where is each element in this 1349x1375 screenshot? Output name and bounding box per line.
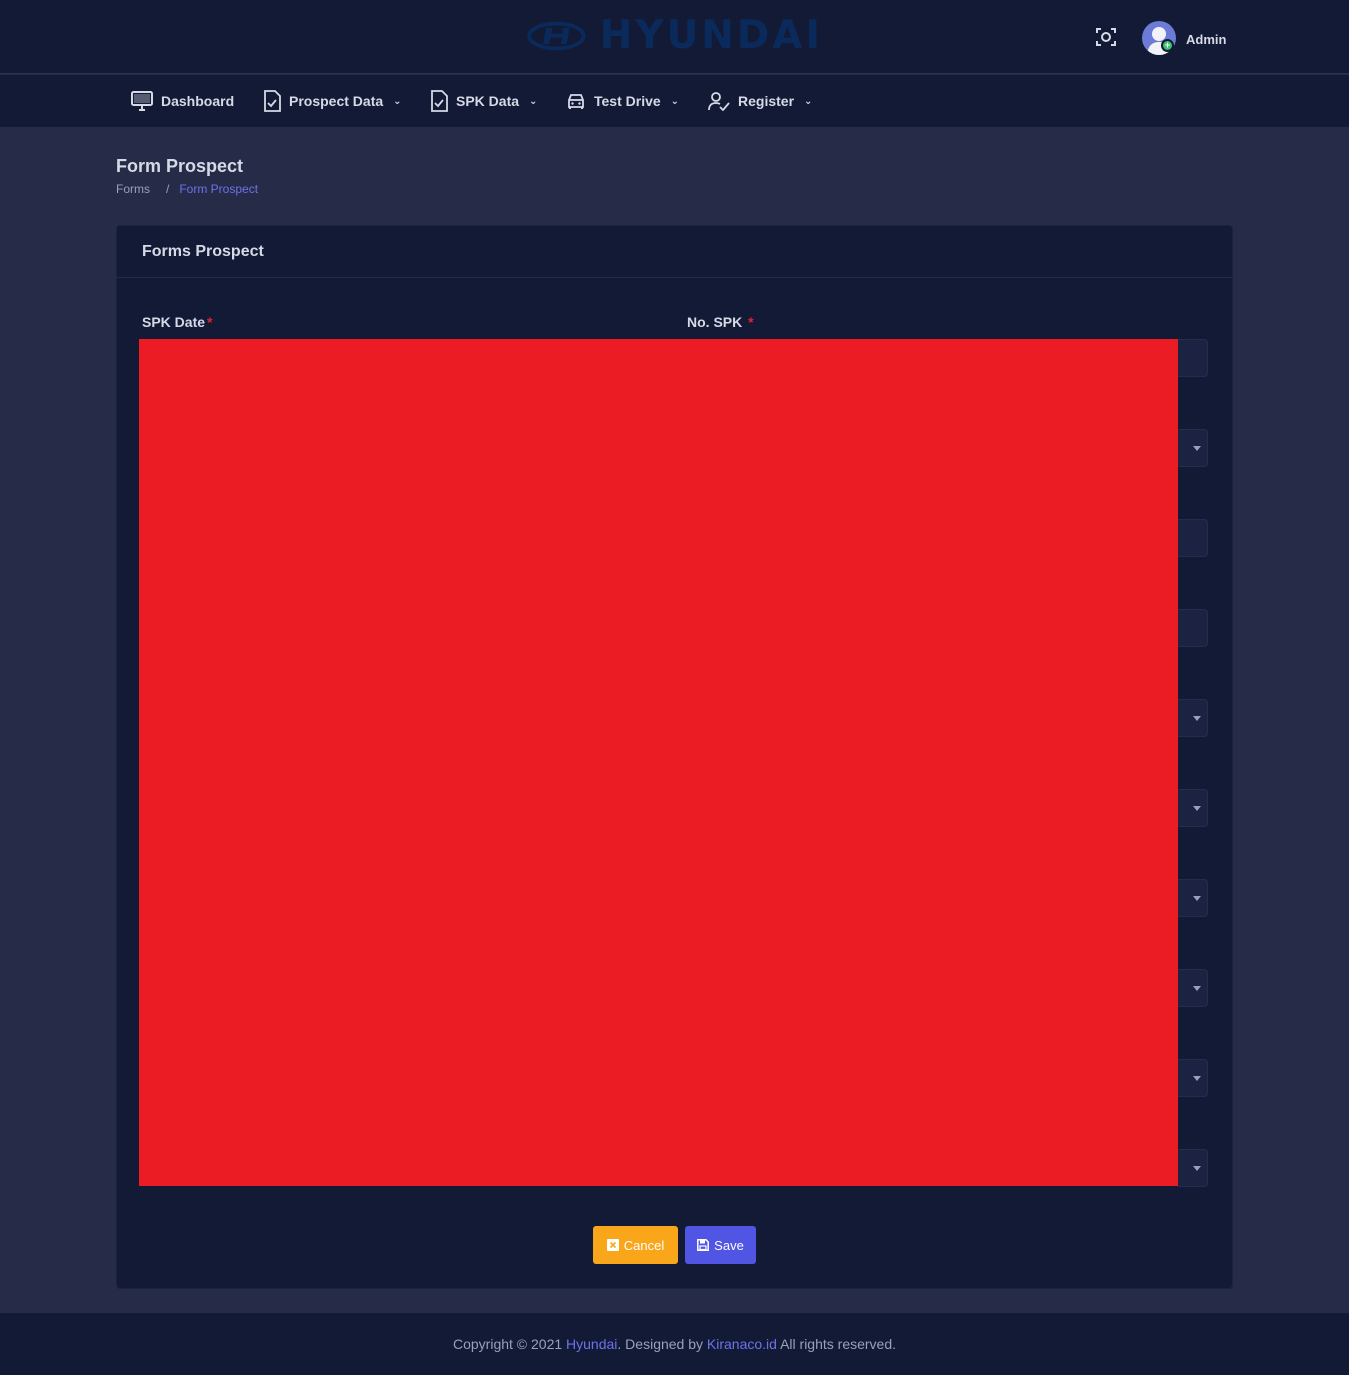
form-card: Forms Prospect SPK Date * No. SPK * Cance…	[116, 225, 1233, 1289]
nav-item-label: Dashboard	[161, 93, 235, 109]
footer-brand-link[interactable]: Hyundai	[566, 1336, 617, 1352]
online-badge: +	[1161, 39, 1174, 52]
required-mark: *	[207, 314, 213, 330]
cancel-button-label: Cancel	[623, 1237, 665, 1253]
nav-item-prospect-data[interactable]: Prospect Data ⌄	[263, 75, 402, 127]
nav-item-label: SPK Data	[456, 93, 520, 109]
save-button[interactable]: Save	[685, 1226, 756, 1264]
chevron-down-icon: ⌄	[670, 95, 680, 107]
text-field[interactable]	[1177, 519, 1208, 557]
no-spk-input[interactable]	[1177, 339, 1208, 377]
footer-copyright: Copyright © 2021	[452, 1336, 563, 1352]
card-title: Forms Prospect	[142, 243, 264, 260]
nav-item-spk-data[interactable]: SPK Data ⌄	[430, 75, 537, 127]
car-icon	[568, 94, 584, 109]
save-button-label: Save	[714, 1237, 744, 1253]
nav-item-dashboard[interactable]: Dashboard	[131, 75, 234, 127]
footer-rights: All rights reserved.	[780, 1336, 897, 1352]
logo-text: HYUNDAI	[599, 13, 823, 58]
nav-item-test-drive[interactable]: Test Drive ⌄	[566, 75, 679, 127]
no-spk-label: No. SPK *	[687, 314, 754, 330]
breadcrumb-item-current: Form Prospect	[179, 182, 259, 196]
caret-down-icon	[1193, 896, 1201, 901]
hyundai-emblem-icon	[527, 21, 586, 51]
main-nav: Dashboard Prospect Data ⌄ SPK Data ⌄ Tes…	[0, 75, 1349, 127]
caret-down-icon	[1193, 1166, 1201, 1171]
screenshot-scan-icon[interactable]	[1094, 25, 1118, 49]
chevron-down-icon: ⌄	[393, 95, 402, 107]
card-header: Forms Prospect	[117, 226, 1232, 278]
footer-designed-by: . Designed by	[617, 1336, 704, 1352]
caret-down-icon	[1193, 716, 1201, 721]
monitor-icon	[131, 91, 153, 111]
nav-item-label: Prospect Data	[289, 93, 384, 109]
close-square-icon	[606, 1239, 619, 1251]
breadcrumb: Forms / Form Prospect	[116, 182, 258, 196]
user-check-icon	[708, 92, 730, 111]
save-icon	[697, 1239, 710, 1251]
cancel-button[interactable]: Cancel	[593, 1226, 678, 1264]
top-bar: HYUNDAI + Admin	[0, 0, 1349, 74]
chevron-down-icon: ⌄	[804, 95, 813, 107]
user-name[interactable]: Admin	[1186, 32, 1226, 47]
required-mark: *	[748, 314, 754, 330]
breadcrumb-separator: /	[166, 182, 170, 196]
nav-item-label: Register	[738, 93, 795, 109]
document-check-icon	[264, 90, 281, 112]
footer-designer-link[interactable]: Kiranaco.id	[707, 1336, 777, 1352]
page-title: Form Prospect	[116, 156, 244, 176]
spk-date-label: SPK Date *	[142, 314, 213, 330]
caret-down-icon	[1193, 446, 1201, 451]
hyundai-logo[interactable]: HYUNDAI	[527, 14, 823, 58]
caret-down-icon	[1193, 806, 1201, 811]
document-check-icon	[431, 90, 448, 112]
breadcrumb-item-forms[interactable]: Forms	[116, 182, 150, 196]
footer: Copyright © 2021 Hyundai. Designed by Ki…	[0, 1313, 1349, 1375]
caret-down-icon	[1193, 986, 1201, 991]
caret-down-icon	[1193, 1076, 1201, 1081]
chevron-down-icon: ⌄	[529, 95, 538, 107]
redaction-block	[139, 339, 1178, 1186]
text-field[interactable]	[1177, 609, 1208, 647]
nav-item-label: Test Drive	[594, 93, 661, 109]
nav-item-register[interactable]: Register ⌄	[708, 75, 812, 127]
